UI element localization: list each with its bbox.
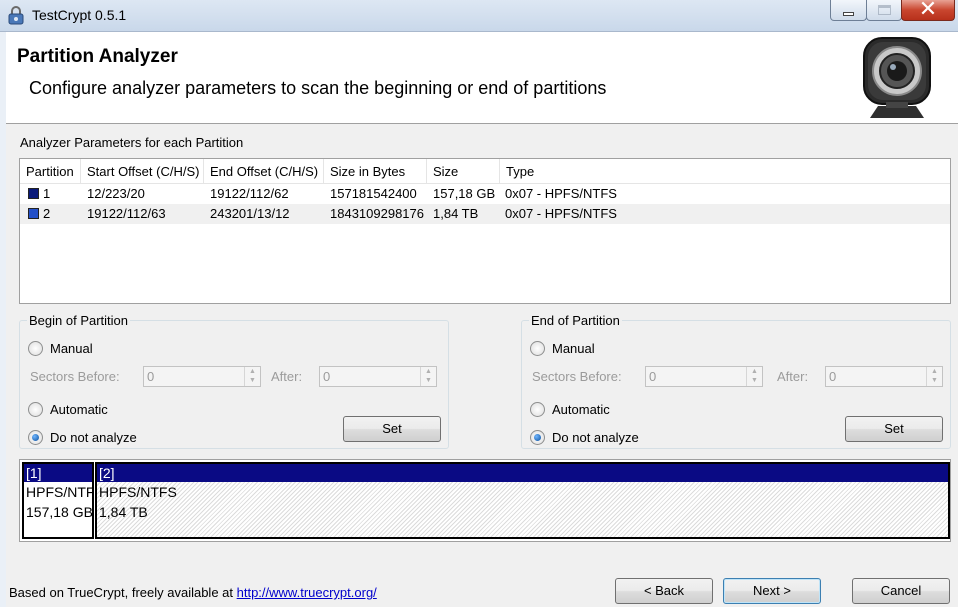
title-bar: TestCrypt 0.5.1 ✕	[0, 0, 958, 32]
cell-end-offset: 243201/13/12	[210, 206, 290, 221]
begin-manual-radio[interactable]: Manual	[28, 339, 93, 357]
end-of-partition-group: End of Partition Manual Sectors Before: …	[521, 313, 951, 449]
end-after-value: 0	[829, 369, 837, 384]
minimize-button[interactable]	[830, 0, 867, 21]
partition-list[interactable]: Partition Start Offset (C/H/S) End Offse…	[19, 158, 951, 304]
partition-color-swatch	[28, 208, 39, 219]
minimize-icon	[843, 12, 854, 16]
page-subtitle: Configure analyzer parameters to scan th…	[29, 78, 607, 98]
close-button[interactable]: ✕	[901, 0, 955, 21]
segment-size: 157,18 GB	[26, 504, 93, 520]
cell-end-offset: 19122/112/62	[210, 186, 289, 201]
wizard-header: Partition Analyzer Configure analyzer pa…	[6, 32, 958, 124]
end-sectors-before-label: Sectors Before:	[532, 369, 622, 384]
spinner-arrows-icon[interactable]: ▲ ▼	[244, 367, 260, 386]
cancel-button[interactable]: Cancel	[852, 578, 950, 604]
end-do-not-analyze-radio[interactable]: Do not analyze	[530, 428, 639, 446]
begin-automatic-label: Automatic	[50, 401, 108, 417]
radio-button-icon	[28, 340, 43, 356]
begin-do-not-analyze-label: Do not analyze	[50, 429, 137, 445]
partition-map-segment-2[interactable]: [2] HPFS/NTFS 1,84 TB	[95, 462, 950, 539]
begin-sectors-before-label: Sectors Before:	[30, 369, 120, 384]
segment-header: [2]	[97, 464, 948, 482]
table-row[interactable]: 1 12/223/20 19122/112/62 157181542400 15…	[20, 184, 950, 204]
cell-size-bytes: 1843109298176	[330, 206, 424, 221]
cell-start-offset: 19122/112/63	[87, 206, 166, 221]
end-after-spinner[interactable]: 0 ▲ ▼	[825, 366, 943, 387]
end-after-label: After:	[777, 369, 809, 384]
radio-button-icon	[530, 401, 545, 417]
close-icon: ✕	[918, 0, 938, 22]
column-header-start-offset[interactable]: Start Offset (C/H/S)	[81, 159, 204, 183]
end-do-not-analyze-label: Do not analyze	[552, 429, 639, 445]
end-group-label: End of Partition	[529, 313, 622, 328]
spinner-arrows-icon[interactable]: ▲ ▼	[746, 367, 762, 386]
back-button[interactable]: < Back	[615, 578, 713, 604]
cell-partition: 1	[43, 186, 51, 201]
end-sectors-before-spinner[interactable]: 0 ▲ ▼	[645, 366, 763, 387]
table-row[interactable]: 2 19122/112/63 243201/13/12 184310929817…	[20, 204, 950, 224]
wizard-window: Partition Analyzer Configure analyzer pa…	[6, 32, 958, 607]
page-title: Partition Analyzer	[17, 46, 178, 67]
cell-type: 0x07 - HPFS/NTFS	[505, 186, 617, 201]
maximize-icon	[877, 5, 891, 15]
spinner-arrows-icon[interactable]: ▲ ▼	[926, 367, 942, 386]
segment-type: HPFS/NTFS	[99, 484, 177, 500]
column-header-type[interactable]: Type	[500, 159, 700, 183]
radio-button-icon	[530, 340, 545, 356]
begin-automatic-radio[interactable]: Automatic	[28, 400, 108, 418]
begin-group-label: Begin of Partition	[27, 313, 131, 328]
cell-size: 1,84 TB	[433, 206, 479, 221]
begin-sectors-before-spinner[interactable]: 0 ▲ ▼	[143, 366, 261, 387]
lock-icon	[8, 6, 24, 25]
begin-sectors-before-value: 0	[147, 369, 155, 384]
begin-after-label: After:	[271, 369, 303, 384]
partition-color-swatch	[28, 188, 39, 199]
begin-of-partition-group: Begin of Partition Manual Sectors Before…	[19, 313, 449, 449]
segment-type: HPFS/NTFS	[26, 484, 94, 500]
analyzer-params-label: Analyzer Parameters for each Partition	[20, 135, 244, 150]
end-set-button[interactable]: Set	[845, 416, 943, 442]
radio-button-checked-icon	[28, 429, 43, 445]
next-button[interactable]: Next >	[723, 578, 821, 604]
webcam-icon	[863, 37, 931, 118]
window-title: TestCrypt 0.5.1	[32, 7, 127, 23]
begin-set-button[interactable]: Set	[343, 416, 441, 442]
maximize-button[interactable]	[866, 0, 902, 21]
cell-size-bytes: 157181542400	[330, 186, 417, 201]
partition-map-segment-1[interactable]: [1] HPFS/NTFS 157,18 GB	[22, 462, 94, 539]
spinner-arrows-icon[interactable]: ▲ ▼	[420, 367, 436, 386]
footer-credit: Based on TrueCrypt, freely available at …	[9, 585, 377, 600]
end-sectors-before-value: 0	[649, 369, 657, 384]
end-automatic-radio[interactable]: Automatic	[530, 400, 610, 418]
truecrypt-link[interactable]: http://www.truecrypt.org/	[237, 585, 377, 600]
column-header-partition[interactable]: Partition	[20, 159, 81, 183]
column-header-size[interactable]: Size	[427, 159, 500, 183]
begin-after-value: 0	[323, 369, 331, 384]
end-manual-label: Manual	[552, 340, 595, 356]
partition-map: [1] HPFS/NTFS 157,18 GB [2] HPFS/NTFS 1,…	[19, 459, 951, 542]
cell-size: 157,18 GB	[433, 186, 496, 201]
end-automatic-label: Automatic	[552, 401, 610, 417]
radio-button-icon	[28, 401, 43, 417]
radio-button-checked-icon	[530, 429, 545, 445]
begin-manual-label: Manual	[50, 340, 93, 356]
footer-credit-text: Based on TrueCrypt, freely available at	[9, 585, 237, 600]
column-header-size-bytes[interactable]: Size in Bytes	[324, 159, 427, 183]
cell-partition: 2	[43, 206, 51, 221]
begin-after-spinner[interactable]: 0 ▲ ▼	[319, 366, 437, 387]
cell-start-offset: 12/223/20	[87, 186, 145, 201]
segment-header: [1]	[24, 464, 92, 482]
segment-size: 1,84 TB	[99, 504, 148, 520]
list-header: Partition Start Offset (C/H/S) End Offse…	[20, 159, 950, 184]
end-manual-radio[interactable]: Manual	[530, 339, 595, 357]
cell-type: 0x07 - HPFS/NTFS	[505, 206, 617, 221]
begin-do-not-analyze-radio[interactable]: Do not analyze	[28, 428, 137, 446]
column-header-end-offset[interactable]: End Offset (C/H/S)	[204, 159, 324, 183]
